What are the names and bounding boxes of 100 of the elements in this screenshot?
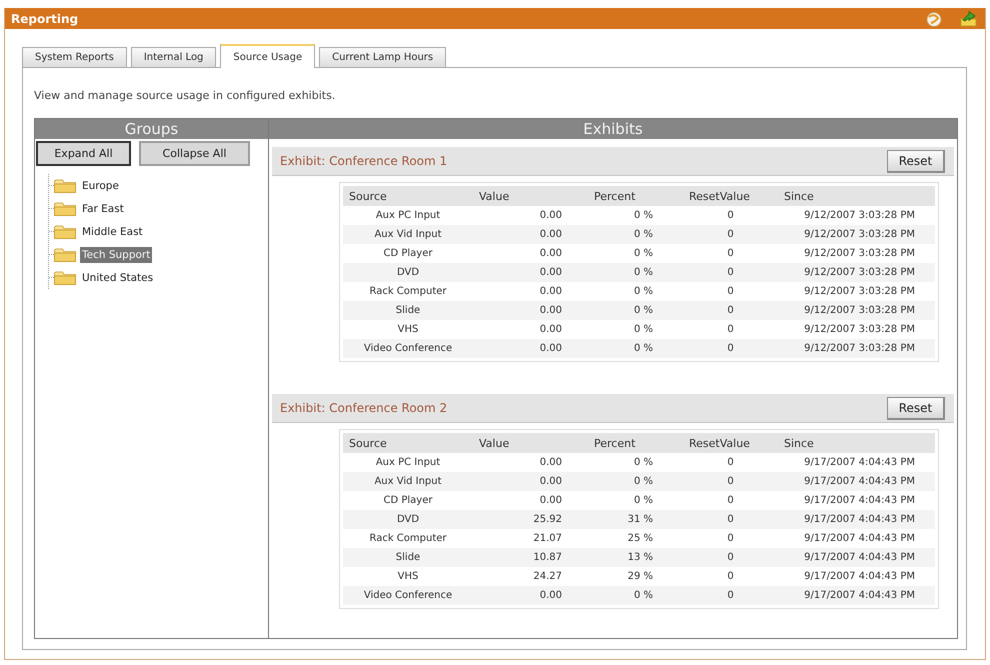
table-cell-text: 0.00 (538, 285, 563, 299)
column-header: Percent (588, 186, 683, 206)
table-cell-text: 0 % (632, 209, 654, 223)
table-cell-text: Rack Computer (368, 532, 448, 546)
table-cell: 9/12/2007 3:03:28 PM (778, 339, 935, 358)
tree-item[interactable]: United States (80, 270, 156, 286)
table-cell-text: 0.00 (538, 323, 563, 337)
table-cell-text: 9/17/2007 4:04:43 PM (803, 570, 916, 584)
table-cell: Slide (343, 548, 473, 567)
tab[interactable]: Source Usage (220, 44, 316, 68)
collapse-all-button[interactable]: Collapse All (139, 141, 250, 166)
table-cell: 0 % (588, 472, 683, 491)
table-cell-text: VHS (396, 570, 420, 584)
table-cell-text: 0 (726, 209, 735, 223)
table-cell: 9/17/2007 4:04:43 PM (778, 472, 935, 491)
table-cell-text: 9/12/2007 3:03:28 PM (803, 209, 916, 223)
table-cell-text: 0 % (632, 456, 654, 470)
table-cell-text: 9/17/2007 4:04:43 PM (803, 532, 916, 546)
table-cell: 0 (683, 510, 778, 529)
column-header: ResetValue (683, 186, 778, 206)
table-cell: 9/17/2007 4:04:43 PM (778, 510, 935, 529)
table-cell: 0 (683, 225, 778, 244)
table-cell-text: 0 (726, 323, 735, 337)
table-cell-text: 0 (726, 570, 735, 584)
table-cell-text: 0 (726, 494, 735, 508)
table-cell: 10.87 (473, 548, 588, 567)
table-cell-text: Aux PC Input (374, 456, 442, 470)
table-cell-text: 29 % (626, 570, 654, 584)
column-header: Source (343, 186, 473, 206)
tab[interactable]: System Reports (22, 47, 127, 67)
table-cell-text: Aux PC Input (374, 209, 442, 223)
table-cell-text: 0 (726, 456, 735, 470)
tree-item[interactable]: Europe (80, 178, 121, 194)
table-cell-text: 9/12/2007 3:03:28 PM (803, 247, 916, 261)
reset-button[interactable]: Reset (887, 150, 945, 172)
expand-all-button[interactable]: Expand All (36, 141, 131, 166)
table-cell: 0.00 (473, 586, 588, 605)
table-cell: 31 % (588, 510, 683, 529)
table-cell: 0 (683, 586, 778, 605)
table-cell: 0.00 (473, 339, 588, 358)
exhibits-header: Exhibits (269, 119, 957, 139)
table-cell-text: 9/12/2007 3:03:28 PM (803, 323, 916, 337)
column-header: Source (343, 433, 473, 453)
table-cell-text: 24.27 (532, 570, 563, 584)
table-cell-text: 9/12/2007 3:03:28 PM (803, 285, 916, 299)
folder-icon (54, 178, 76, 192)
column-header: Value (473, 186, 588, 206)
table-cell-text: CD Player (382, 247, 434, 261)
table-cell-text: 0 % (632, 323, 654, 337)
table-cell: Slide (343, 301, 473, 320)
table-cell: 9/17/2007 4:04:43 PM (778, 548, 935, 567)
tree-item[interactable]: Far East (80, 200, 126, 216)
table-cell: 0.00 (473, 263, 588, 282)
disc-icon[interactable] (926, 10, 942, 26)
folder-icon (54, 202, 76, 216)
table-cell-text: 0.00 (538, 209, 563, 223)
table-cell: 0 % (588, 263, 683, 282)
tree-item[interactable]: Middle East (80, 224, 145, 240)
table-cell-text: VHS (396, 323, 420, 337)
tab[interactable]: Internal Log (130, 47, 216, 67)
table-cell: DVD (343, 510, 473, 529)
table-cell: 0 (683, 472, 778, 491)
tab[interactable]: Current Lamp Hours (319, 47, 446, 67)
description-text: View and manage source usage in configured exhibits. (34, 89, 336, 103)
table-cell-text: 0 % (632, 494, 654, 508)
folder-icon (54, 224, 76, 238)
table-cell-text: CD Player (382, 494, 434, 508)
table-cell: DVD (343, 263, 473, 282)
table-cell: 0 % (588, 586, 683, 605)
table-cell-text: 25 % (626, 532, 654, 546)
table-cell: 0 (683, 301, 778, 320)
table-cell: 13 % (588, 548, 683, 567)
table-cell-text: 0.00 (538, 247, 563, 261)
reset-button[interactable]: Reset (887, 396, 945, 420)
table-cell: 9/12/2007 3:03:28 PM (778, 301, 935, 320)
table-cell-text: 0 (726, 247, 735, 261)
table-cell: Video Conference (343, 339, 473, 358)
column-header: Percent (588, 433, 683, 453)
column-header: Since (778, 186, 935, 206)
table-cell: 9/12/2007 3:03:28 PM (778, 263, 935, 282)
column-header: Since (778, 433, 935, 453)
table-cell: 0 (683, 339, 778, 358)
table-cell-text: 0.00 (538, 456, 563, 470)
table-cell-text: 0 (726, 532, 735, 546)
window-title: Reporting (11, 12, 80, 26)
table-cell: 9/17/2007 4:04:43 PM (778, 586, 935, 605)
table-cell-text: 0 % (632, 247, 654, 261)
exhibit-title: Exhibit: Conference Room 2 (280, 401, 448, 415)
table-cell: 0 % (588, 225, 683, 244)
column-header: ResetValue (683, 433, 778, 453)
groups-header: Groups (35, 119, 268, 139)
table-cell-text: 0.00 (538, 494, 563, 508)
table-cell: Aux Vid Input (343, 472, 473, 491)
table-cell-text: 9/17/2007 4:04:43 PM (803, 456, 916, 470)
arrow-box-icon[interactable] (960, 10, 977, 26)
table-cell: 0 (683, 548, 778, 567)
table-cell: 0 % (588, 339, 683, 358)
table-cell: 0 % (588, 301, 683, 320)
tree-item[interactable]: Tech Support (80, 246, 152, 262)
folder-icon (54, 270, 76, 284)
